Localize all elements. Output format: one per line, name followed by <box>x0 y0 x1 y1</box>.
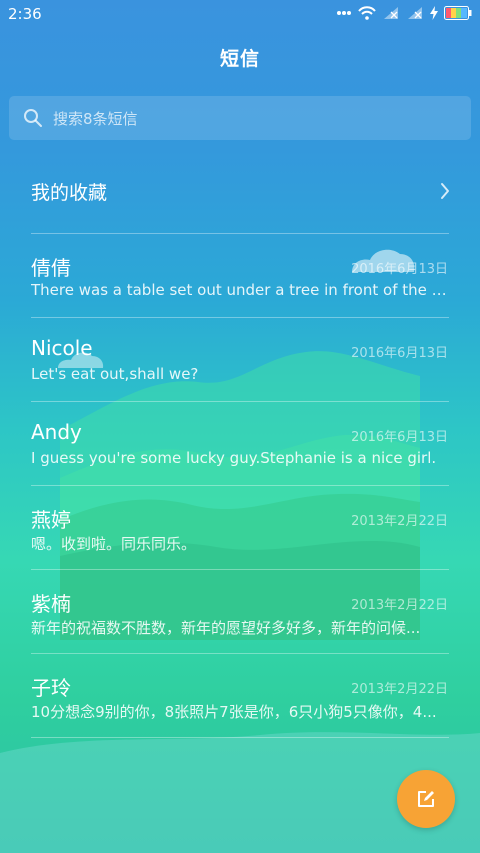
conversation-name: Andy <box>31 420 82 444</box>
status-time: 2:36 <box>8 5 42 23</box>
conversation-item[interactable]: 紫楠 2013年2月22日 新年的祝福数不胜数，新年的愿望好多好多，新年的问候.… <box>0 570 480 654</box>
conversation-date: 2013年2月22日 <box>351 682 448 697</box>
app-bar: 短信 <box>0 30 480 88</box>
compose-icon <box>418 791 434 807</box>
search-icon <box>24 109 42 127</box>
conversation-item[interactable]: 子玲 2013年2月22日 10分想念9别的你，8张照片7张是你，6只小狗5只像… <box>0 654 480 738</box>
conversation-item[interactable]: Andy 2016年6月13日 I guess you're some luck… <box>0 402 480 486</box>
conversation-date: 2016年6月13日 <box>351 346 448 361</box>
chevron-right-icon <box>441 183 449 199</box>
conversation-preview: 新年的祝福数不胜数，新年的愿望好多好多，新年的问候... <box>31 619 421 637</box>
divider <box>31 737 449 738</box>
more-dots-icon <box>337 11 351 15</box>
search-input[interactable]: 搜索8条短信 <box>9 96 471 140</box>
battery-icon <box>444 6 472 20</box>
conversation-preview: There was a table set out under a tree i… <box>31 281 447 299</box>
messages-screen: 2:36 短信 搜索8条短信 我的收藏 倩倩 2016年6月13日 There … <box>0 0 480 853</box>
signal-2-icon <box>408 7 422 19</box>
signal-1-icon <box>384 7 398 19</box>
conversation-date: 2013年2月22日 <box>351 514 448 529</box>
search-placeholder: 搜索8条短信 <box>53 110 138 128</box>
status-bar: 2:36 <box>0 0 480 30</box>
conversation-name: 燕婷 <box>31 508 71 532</box>
page-title: 短信 <box>219 48 260 70</box>
conversation-name: 子玲 <box>31 676 71 700</box>
wifi-icon <box>358 6 376 20</box>
compose-button[interactable] <box>397 770 455 828</box>
conversation-name: 紫楠 <box>31 592 71 616</box>
conversation-date: 2016年6月13日 <box>351 262 448 277</box>
conversation-item[interactable]: Nicole 2016年6月13日 Let's eat out,shall we… <box>0 318 480 402</box>
conversation-date: 2013年2月22日 <box>351 598 448 613</box>
charging-icon <box>430 6 438 20</box>
status-icons <box>336 6 472 20</box>
conversation-date: 2016年6月13日 <box>351 430 448 445</box>
conversation-item[interactable]: 倩倩 2016年6月13日 There was a table set out … <box>0 234 480 318</box>
favorites-label: 我的收藏 <box>31 182 108 204</box>
conversation-item[interactable]: 燕婷 2013年2月22日 嗯。收到啦。同乐同乐。 <box>0 486 480 570</box>
conversation-preview: 嗯。收到啦。同乐同乐。 <box>31 535 197 553</box>
favorites-row[interactable]: 我的收藏 <box>0 160 480 224</box>
conversation-name: Nicole <box>31 336 93 360</box>
conversation-preview: Let's eat out,shall we? <box>31 365 199 383</box>
conversation-name: 倩倩 <box>31 256 71 280</box>
conversation-preview: I guess you're some lucky guy.Stephanie … <box>31 449 437 467</box>
conversation-preview: 10分想念9别的你，8张照片7张是你，6只小狗5只像你，4... <box>31 703 437 721</box>
